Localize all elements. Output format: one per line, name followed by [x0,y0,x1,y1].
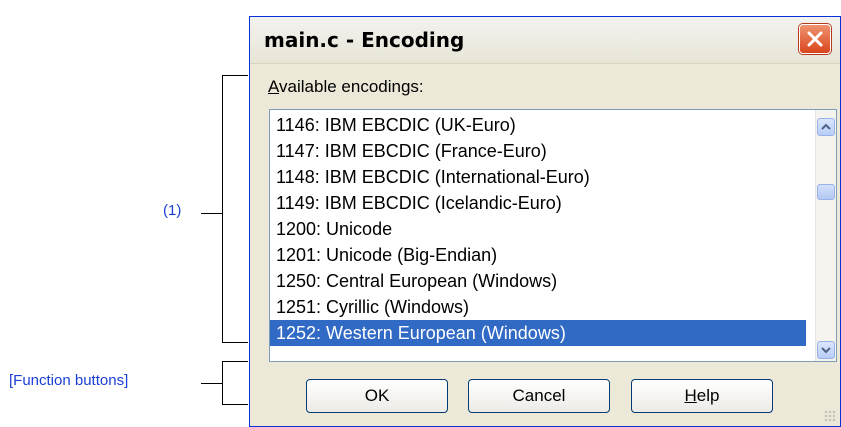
dialog-title: main.c - Encoding [264,28,465,52]
buttons-callout-bracket-top [222,361,248,362]
encoding-list-item[interactable]: 1200: Unicode [270,216,806,242]
list-callout-bracket [222,75,223,343]
encoding-dialog: main.c - Encoding Available encodings: 1… [249,16,841,427]
encoding-list-item[interactable]: 1147: IBM EBCDIC (France-Euro) [270,138,806,164]
encodings-list: 1146: IBM EBCDIC (UK-Euro) 1147: IBM EBCD… [270,112,806,346]
encoding-list-item[interactable]: 1148: IBM EBCDIC (International-Euro) [270,164,806,190]
scroll-down-button[interactable] [817,341,835,359]
buttons-callout-bracket-bottom [222,404,248,405]
buttons-callout-label: [Function buttons] [9,372,129,389]
resize-grip[interactable] [824,410,836,422]
list-callout-leader [201,213,223,214]
encoding-list-item[interactable]: 1201: Unicode (Big-Endian) [270,242,806,268]
buttons-callout-bracket [222,361,223,405]
cancel-button[interactable]: Cancel [468,379,610,413]
encoding-list-item[interactable]: 1149: IBM EBCDIC (Icelandic-Euro) [270,190,806,216]
title-bar[interactable]: main.c - Encoding [250,17,840,64]
encoding-list-item[interactable]: 1250: Central European (Windows) [270,268,806,294]
scroll-up-button[interactable] [817,118,835,136]
encodings-listbox[interactable]: 1146: IBM EBCDIC (UK-Euro) 1147: IBM EBCD… [269,109,837,362]
chevron-up-icon [821,123,831,130]
available-encodings-label: Available encodings: [268,77,424,96]
buttons-callout-leader [201,383,223,384]
encoding-list-item[interactable]: 1252: Western European (Windows) [270,320,806,346]
encoding-list-item[interactable]: 1146: IBM EBCDIC (UK-Euro) [270,112,806,138]
list-callout-bracket-bottom [222,342,248,343]
encoding-list-item[interactable]: 1251: Cyrillic (Windows) [270,294,806,320]
vertical-scrollbar[interactable] [815,110,836,361]
close-icon [807,31,823,47]
list-callout-bracket-top [222,75,248,76]
chevron-down-icon [821,347,831,354]
help-button[interactable]: Help [631,379,773,413]
scroll-thumb[interactable] [817,184,835,200]
ok-button[interactable]: OK [306,379,448,413]
close-button[interactable] [799,24,831,54]
list-callout-label: (1) [163,202,182,219]
